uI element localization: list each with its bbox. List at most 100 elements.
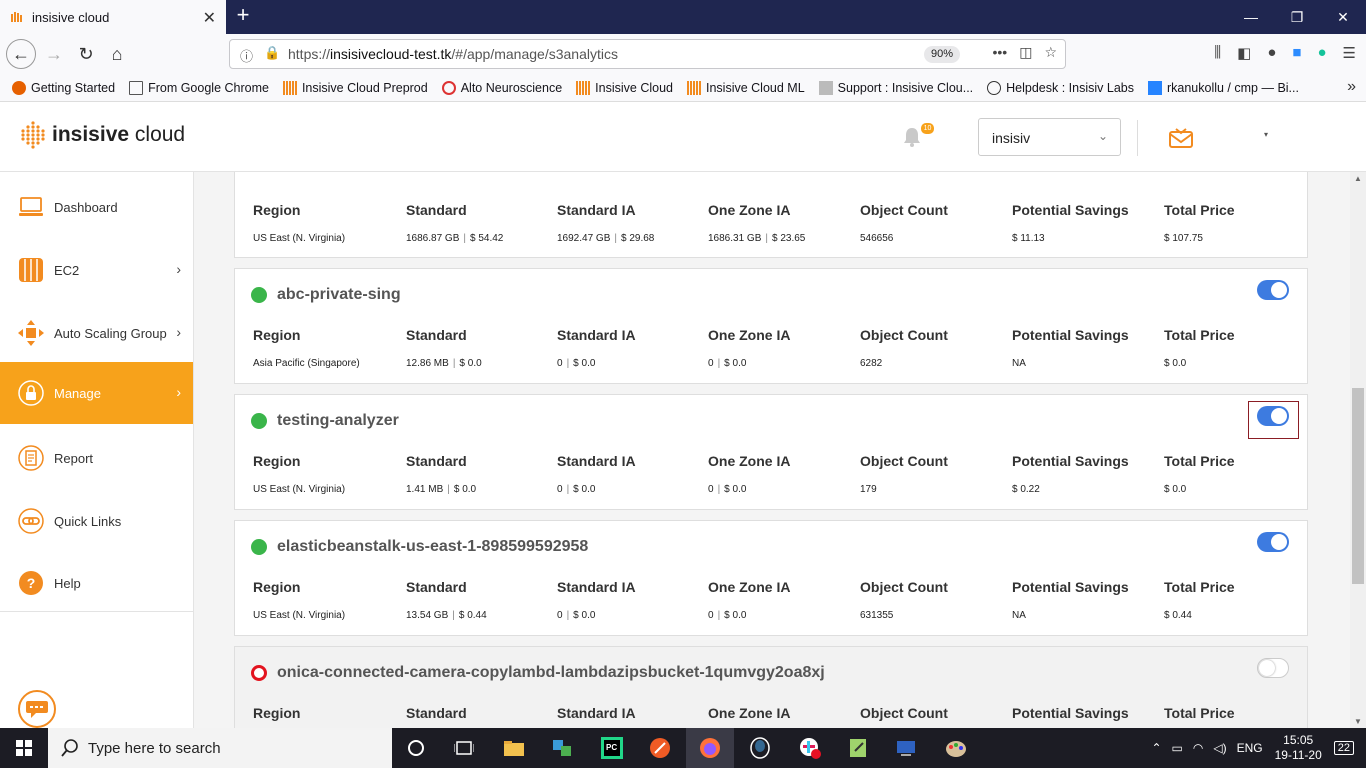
- remote-desktop-icon[interactable]: [882, 728, 930, 768]
- chevron-right-icon: ›: [176, 324, 181, 340]
- bucket-card: abc-private-sing Region Standard Standar…: [234, 268, 1308, 384]
- reload-icon[interactable]: ↻: [72, 40, 100, 68]
- user-menu-caret-icon[interactable]: ▾: [1264, 130, 1268, 139]
- standard-ia-value: 1692.47 GB | $ 29.68: [557, 233, 655, 244]
- bucket-analytics-toggle[interactable]: [1257, 532, 1289, 552]
- bucket-analytics-toggle[interactable]: [1257, 280, 1289, 300]
- site-info-icon[interactable]: ⓘ: [240, 46, 253, 65]
- volume-icon[interactable]: ◁): [1213, 741, 1226, 755]
- library-icon[interactable]: ⫼: [1214, 44, 1221, 62]
- one-zone-ia-value: 0 | $ 0.0: [708, 358, 747, 369]
- cortana-icon[interactable]: [392, 728, 440, 768]
- bookmark-item[interactable]: Alto Neuroscience: [441, 80, 562, 95]
- scroll-thumb[interactable]: [1352, 388, 1364, 584]
- bookmark-item[interactable]: rkanukollu / cmp — Bi...: [1147, 80, 1299, 95]
- bookmark-item[interactable]: Insisive Cloud: [576, 80, 673, 95]
- link-icon: [18, 508, 44, 534]
- bucket-card: testing-analyzer Region Standard Standar…: [234, 394, 1308, 510]
- column-header-one-zone-ia: One Zone IA: [708, 327, 791, 343]
- back-icon[interactable]: ←: [6, 39, 36, 69]
- mail-icon[interactable]: [1168, 126, 1194, 150]
- sidebar-item-help[interactable]: ? Help: [0, 552, 193, 614]
- menu-icon[interactable]: ☰: [1343, 44, 1356, 62]
- logo[interactable]: insisive cloud: [20, 120, 185, 150]
- globe-icon: [987, 80, 1002, 95]
- sidebar-icon[interactable]: ◧: [1237, 44, 1251, 62]
- paint-icon[interactable]: [932, 728, 980, 768]
- file-explorer-icon[interactable]: [490, 728, 538, 768]
- account-icon[interactable]: ●: [1267, 44, 1276, 62]
- notepad-plus-icon[interactable]: [834, 728, 882, 768]
- grammarly-icon[interactable]: ●: [1317, 44, 1326, 62]
- scroll-down-icon[interactable]: ▼: [1354, 717, 1362, 726]
- windows-logo-icon: [16, 740, 32, 756]
- status-ok-icon: [251, 539, 267, 555]
- folder-icon: [129, 80, 144, 95]
- firefox-taskbar-icon[interactable]: [686, 728, 734, 768]
- sidebar-item-manage[interactable]: Manage ›: [0, 362, 193, 424]
- action-center-badge[interactable]: 22: [1333, 741, 1354, 755]
- postman-icon[interactable]: [636, 728, 684, 768]
- close-window-icon[interactable]: ✕: [1320, 0, 1366, 34]
- sidebar-item-dashboard[interactable]: Dashboard: [0, 176, 193, 238]
- url-bar[interactable]: ⓘ 🔒 https://insisivecloud-test.tk/#/app/…: [229, 39, 1066, 69]
- minimize-icon[interactable]: —: [1228, 0, 1274, 34]
- bookmark-star-icon[interactable]: ☆: [1044, 44, 1057, 61]
- firefox-icon: [12, 80, 26, 95]
- close-tab-icon[interactable]: ✕: [203, 8, 216, 28]
- bookmark-item[interactable]: From Google Chrome: [129, 80, 269, 95]
- restore-icon[interactable]: ❐: [1274, 0, 1320, 34]
- page-actions-icon[interactable]: •••: [992, 44, 1007, 61]
- bookmark-item[interactable]: Helpdesk : Insisiv Labs: [987, 80, 1134, 95]
- bucket-analytics-toggle[interactable]: [1257, 658, 1289, 678]
- sidebar-item-quick-links[interactable]: Quick Links: [0, 490, 193, 552]
- standard-ia-value: 0 | $ 0.0: [557, 484, 596, 495]
- help-icon: ?: [18, 570, 44, 596]
- chat-button[interactable]: [18, 690, 56, 728]
- scroll-up-icon[interactable]: ▲: [1354, 174, 1362, 183]
- bookmark-item[interactable]: Getting Started: [12, 80, 115, 95]
- object-count-value: 546656: [860, 233, 894, 244]
- sidebar-item-report[interactable]: Report: [0, 427, 193, 489]
- more-bookmarks-icon[interactable]: »: [1347, 78, 1356, 96]
- zoom-app-icon[interactable]: ■: [1292, 44, 1301, 62]
- notification-bell-icon[interactable]: [902, 126, 922, 148]
- pgadmin-icon[interactable]: [736, 728, 784, 768]
- new-tab-icon[interactable]: +: [232, 4, 254, 28]
- forward-icon[interactable]: →: [40, 40, 68, 68]
- total-price-value: $ 0.44: [1164, 610, 1192, 621]
- network-app-icon[interactable]: [538, 728, 586, 768]
- sidebar-item-auto-scaling-group[interactable]: Auto Scaling Group ›: [0, 302, 193, 364]
- one-zone-ia-value: 0 | $ 0.0: [708, 610, 747, 621]
- task-view-icon[interactable]: [440, 728, 488, 768]
- insisive-favicon-icon: [11, 12, 22, 22]
- tab-title: insisive cloud: [32, 9, 110, 25]
- bucket-analytics-toggle[interactable]: [1257, 406, 1289, 426]
- bookmark-item[interactable]: Insisive Cloud Preprod: [282, 80, 428, 95]
- browser-tab[interactable]: insisive cloud ✕: [0, 0, 226, 34]
- windows-start-button[interactable]: [0, 728, 48, 768]
- slack-icon[interactable]: [786, 728, 834, 768]
- sidebar-item-ec2[interactable]: EC2 ›: [0, 239, 193, 301]
- pocket-icon[interactable]: ◫: [1019, 44, 1032, 61]
- bookmark-item[interactable]: Support : Insisive Clou...: [818, 80, 973, 95]
- column-header-object-count: Object Count: [860, 453, 948, 469]
- home-icon[interactable]: ⌂: [103, 40, 131, 68]
- region-value: US East (N. Virginia): [253, 233, 346, 244]
- chevron-right-icon: ›: [176, 261, 181, 277]
- wifi-icon[interactable]: ◠: [1193, 741, 1203, 755]
- battery-icon[interactable]: ▭: [1172, 741, 1183, 755]
- tray-overflow-icon[interactable]: ⌃: [1151, 741, 1161, 755]
- language-indicator[interactable]: ENG: [1237, 741, 1263, 755]
- pycharm-icon[interactable]: PC: [588, 728, 636, 768]
- page-scrollbar[interactable]: ▲ ▼: [1350, 172, 1366, 728]
- potential-savings-value: $ 0.22: [1012, 484, 1040, 495]
- bookmark-item[interactable]: Insisive Cloud ML: [687, 80, 805, 95]
- column-header-standard-ia: Standard IA: [557, 202, 636, 218]
- taskbar-search-input[interactable]: Type here to search: [48, 728, 392, 768]
- column-header-potential-savings: Potential Savings: [1012, 453, 1129, 469]
- zoom-level[interactable]: 90%: [924, 46, 960, 63]
- clock[interactable]: 15:05 19-11-20: [1275, 733, 1322, 763]
- logo-bold-text: insisive: [52, 123, 130, 146]
- account-select[interactable]: insisiv ⌄: [978, 118, 1121, 156]
